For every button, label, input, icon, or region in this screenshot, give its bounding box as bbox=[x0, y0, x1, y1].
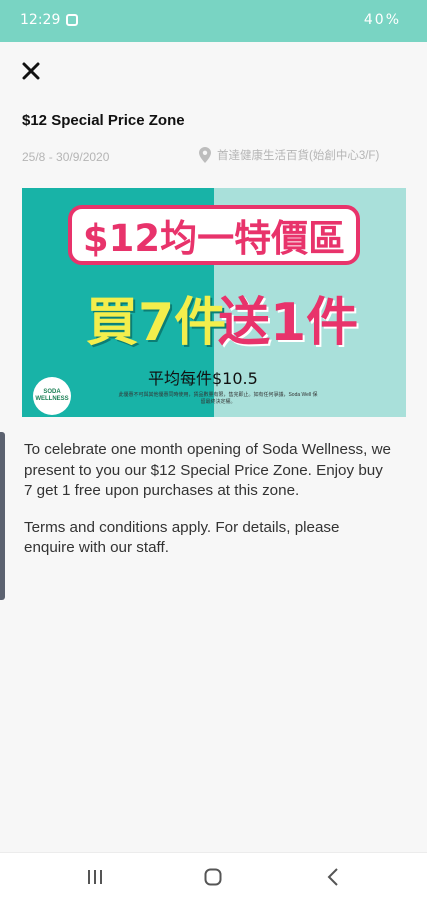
status-bar: 12:29 40% bbox=[0, 0, 427, 42]
close-button[interactable] bbox=[18, 58, 44, 84]
banner-headline: $12均一特價區 bbox=[68, 205, 360, 265]
side-scroll-handle[interactable] bbox=[0, 432, 5, 600]
description-paragraph-1: To celebrate one month opening of Soda W… bbox=[24, 441, 391, 499]
description: To celebrate one month opening of Soda W… bbox=[24, 440, 394, 575]
home-button[interactable] bbox=[200, 865, 226, 889]
back-button[interactable] bbox=[320, 865, 346, 889]
home-icon bbox=[204, 868, 222, 886]
description-paragraph-2: Terms and conditions apply. For details,… bbox=[24, 518, 340, 557]
banner-free-text: 送1件 bbox=[218, 293, 359, 353]
banner-fine-print: 此優惠不可與其他優惠同時使用，貨品數量有限，售完即止。如有任何爭議，Soda W… bbox=[118, 392, 318, 405]
status-time: 12:29 bbox=[20, 12, 61, 28]
page-title: $12 Special Price Zone bbox=[22, 112, 185, 129]
banner-average-price: 平均每件$10.5 bbox=[148, 369, 258, 388]
notification-icon bbox=[66, 14, 78, 26]
close-icon bbox=[22, 62, 40, 80]
date-range: 25/8 - 30/9/2020 bbox=[22, 150, 110, 164]
logo-text: SODA WELLNESS bbox=[35, 389, 69, 402]
system-nav-bar bbox=[0, 852, 427, 901]
soda-wellness-logo: SODA WELLNESS bbox=[33, 377, 71, 415]
recent-apps-icon bbox=[88, 870, 102, 884]
back-icon bbox=[327, 868, 338, 886]
banner-buy-text: 買7件 bbox=[86, 293, 227, 353]
location-pin-icon bbox=[199, 147, 211, 163]
battery-level: 40% bbox=[363, 12, 401, 28]
location-label: 首達健康生活百貨(始創中心3/F) bbox=[217, 150, 380, 162]
promo-banner: $12均一特價區 買7件 送1件 平均每件$10.5 SODA WELLNESS… bbox=[22, 188, 406, 417]
recent-apps-button[interactable] bbox=[82, 865, 108, 889]
location[interactable]: 首達健康生活百貨(始創中心3/F) bbox=[199, 147, 379, 163]
